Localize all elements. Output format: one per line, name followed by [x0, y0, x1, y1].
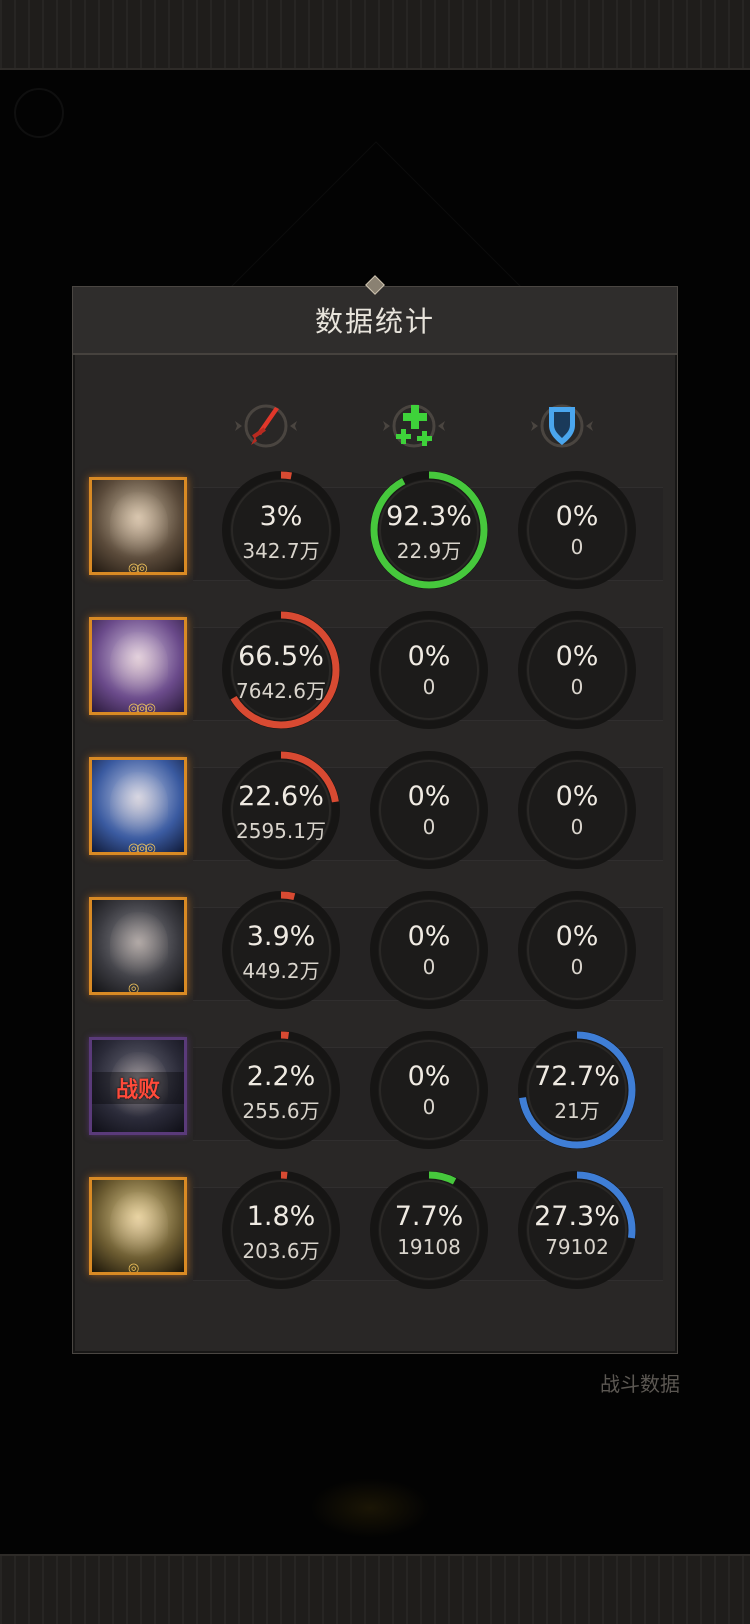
shield-value: 0: [570, 535, 584, 559]
hero-row: 战败 2.2% 255.6万 0% 0 72.7% 21万: [87, 1025, 663, 1155]
damage-stat: 3% 342.7万: [220, 469, 342, 591]
hero-row: ◎ 1.8% 203.6万 7.7% 19108 27.3% 79102: [87, 1165, 663, 1295]
heal-stat: 0% 0: [368, 889, 490, 1011]
star-rank-icon: ◎◎◎: [128, 841, 156, 855]
damage-percent: 1.8%: [246, 1201, 316, 1232]
background-action-button: [310, 1478, 430, 1538]
shield-percent: 0%: [555, 781, 599, 812]
star-rank-icon: ◎◎◎: [128, 701, 156, 715]
damage-value: 203.6万: [242, 1239, 320, 1263]
damage-percent: 66.5%: [238, 641, 324, 672]
panel-title: 数据统计: [314, 305, 435, 338]
shield-stat: 0% 0: [516, 469, 638, 591]
damage-stat: 66.5% 7642.6万: [220, 609, 342, 731]
damage-value: 255.6万: [242, 1099, 320, 1123]
damage-percent: 3%: [259, 501, 303, 532]
heal-value: 0: [422, 815, 436, 839]
shield-stat: 0% 0: [516, 889, 638, 1011]
heal-value: 19108: [397, 1235, 461, 1259]
heal-cross-icon: [381, 399, 447, 453]
hero-row: ◎ 3.9% 449.2万 0% 0 0% 0: [87, 885, 663, 1015]
shield-stat: 27.3% 79102: [516, 1169, 638, 1291]
star-rank-icon: ◎◎: [128, 561, 148, 575]
hero-portrait: [110, 632, 168, 702]
shield-stat: 72.7% 21万: [516, 1029, 638, 1151]
shield-stat: 0% 0: [516, 749, 638, 871]
heal-stat: 92.3% 22.9万: [368, 469, 490, 591]
sword-icon: [233, 399, 299, 453]
damage-stat: 3.9% 449.2万: [220, 889, 342, 1011]
shield-percent: 72.7%: [534, 1061, 620, 1092]
heal-percent: 0%: [407, 781, 451, 812]
heal-value: 0: [422, 1095, 436, 1119]
hero-portrait: [110, 772, 168, 842]
heal-stat: 7.7% 19108: [368, 1169, 490, 1291]
hero-portrait: [110, 912, 168, 982]
hero-row: ◎◎◎ 66.5% 7642.6万 0% 0 0% 0: [87, 605, 663, 735]
hero-avatar[interactable]: ◎◎: [89, 477, 187, 575]
shield-value: 0: [570, 675, 584, 699]
heal-percent: 0%: [407, 921, 451, 952]
shield-percent: 0%: [555, 641, 599, 672]
hero-portrait: [110, 1192, 168, 1262]
damage-value: 449.2万: [242, 959, 320, 983]
heal-stat: 0% 0: [368, 1029, 490, 1151]
heal-stat: 0% 0: [368, 609, 490, 731]
heal-percent: 7.7%: [394, 1201, 464, 1232]
heal-stat: 0% 0: [368, 749, 490, 871]
hero-row: ◎◎ 3% 342.7万 92.3% 22.9万 0% 0: [87, 465, 663, 595]
bottom-frame: [0, 1554, 750, 1624]
shield-value: 0: [570, 955, 584, 979]
battle-data-label: 战斗数据: [600, 1372, 680, 1396]
heal-value: 0: [422, 675, 436, 699]
shield-icon: [529, 399, 595, 453]
shield-value: 79102: [545, 1235, 609, 1259]
hero-avatar[interactable]: ◎: [89, 1177, 187, 1275]
star-rank-icon: ◎: [128, 1261, 139, 1275]
damage-value: 7642.6万: [236, 679, 326, 703]
heal-value: 22.9万: [396, 539, 462, 563]
shield-percent: 0%: [555, 921, 599, 952]
damage-value: 342.7万: [242, 539, 320, 563]
defeat-label: 战败: [92, 1072, 184, 1104]
damage-stat: 22.6% 2595.1万: [220, 749, 342, 871]
stats-panel: 数据统计 ◎◎ 3% 342.7万 92.3% 22.9万 0% 0 ◎◎◎ 66.5% 7642…: [72, 275, 678, 1354]
damage-stat: 2.2% 255.6万: [220, 1029, 342, 1151]
damage-value: 2595.1万: [236, 819, 326, 843]
heal-value: 0: [422, 955, 436, 979]
hero-row: ◎◎◎ 22.6% 2595.1万 0% 0 0% 0: [87, 745, 663, 875]
hero-avatar[interactable]: ◎: [89, 897, 187, 995]
damage-percent: 2.2%: [246, 1061, 316, 1092]
hero-portrait: [110, 492, 168, 562]
shield-percent: 0%: [555, 501, 599, 532]
star-rank-icon: ◎: [128, 981, 139, 995]
heal-percent: 0%: [407, 641, 451, 672]
shield-value: 0: [570, 815, 584, 839]
shield-stat: 0% 0: [516, 609, 638, 731]
panel-header: 数据统计: [73, 275, 677, 355]
shield-value: 21万: [554, 1099, 600, 1123]
damage-percent: 3.9%: [246, 921, 316, 952]
shield-percent: 27.3%: [534, 1201, 620, 1232]
top-frame: [0, 0, 750, 70]
damage-percent: 22.6%: [238, 781, 324, 812]
heal-percent: 92.3%: [386, 501, 472, 532]
heal-percent: 0%: [407, 1061, 451, 1092]
background-back-icon: [14, 88, 64, 138]
hero-avatar[interactable]: ◎◎◎: [89, 617, 187, 715]
hero-avatar[interactable]: 战败: [89, 1037, 187, 1135]
damage-stat: 1.8% 203.6万: [220, 1169, 342, 1291]
hero-avatar[interactable]: ◎◎◎: [89, 757, 187, 855]
